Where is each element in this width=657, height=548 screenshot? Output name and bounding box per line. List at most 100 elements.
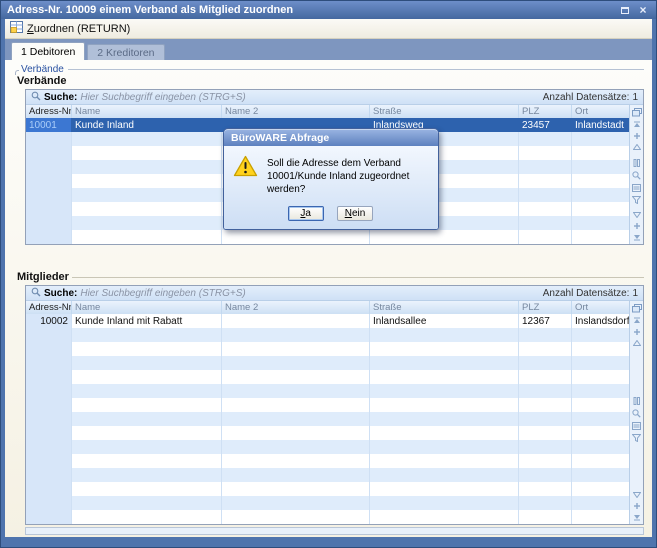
table-cell[interactable] xyxy=(72,440,222,454)
filter-icon[interactable] xyxy=(632,194,641,206)
table-cell[interactable] xyxy=(26,356,72,370)
table-cell[interactable] xyxy=(26,440,72,454)
table-cell[interactable] xyxy=(370,440,519,454)
table-cell[interactable] xyxy=(519,202,572,216)
table-cell[interactable]: Inslandsdorf xyxy=(572,314,629,328)
columns-icon[interactable] xyxy=(632,395,641,407)
table-row[interactable] xyxy=(26,496,629,510)
table-cell[interactable]: Kunde Inland xyxy=(72,118,222,132)
page-up-icon[interactable] xyxy=(633,142,641,152)
list-icon[interactable] xyxy=(632,420,641,432)
table-cell[interactable] xyxy=(26,496,72,510)
table-cell[interactable] xyxy=(519,510,572,524)
table-cell[interactable] xyxy=(26,398,72,412)
table-cell[interactable] xyxy=(519,146,572,160)
table-cell[interactable] xyxy=(222,342,370,356)
table-cell[interactable] xyxy=(572,132,629,146)
table-cell[interactable] xyxy=(26,412,72,426)
table-cell[interactable] xyxy=(370,496,519,510)
table-cell[interactable] xyxy=(26,370,72,384)
column-header[interactable]: Ort xyxy=(572,105,629,118)
table-row[interactable] xyxy=(26,454,629,468)
column-header[interactable]: Name xyxy=(72,301,222,314)
table-cell[interactable]: 10001 xyxy=(26,118,72,132)
scroll-top-icon[interactable] xyxy=(633,119,641,130)
horizontal-scrollbar[interactable] xyxy=(25,527,644,535)
table-cell[interactable] xyxy=(519,132,572,146)
mitglieder-search-bar[interactable]: Suche: Hier Suchbegriff eingeben (STRG+S… xyxy=(26,286,643,301)
table-cell[interactable] xyxy=(72,146,222,160)
table-cell[interactable] xyxy=(72,482,222,496)
table-cell[interactable] xyxy=(26,160,72,174)
table-row[interactable] xyxy=(26,482,629,496)
column-header[interactable]: PLZ xyxy=(519,301,572,314)
table-cell[interactable] xyxy=(519,328,572,342)
table-cell[interactable] xyxy=(519,440,572,454)
table-cell[interactable] xyxy=(572,230,629,244)
table-cell[interactable] xyxy=(519,398,572,412)
table-cell[interactable] xyxy=(572,426,629,440)
table-cell[interactable] xyxy=(370,412,519,426)
row-up-icon[interactable] xyxy=(633,326,641,338)
table-cell[interactable] xyxy=(519,482,572,496)
table-cell[interactable] xyxy=(26,468,72,482)
table-cell[interactable]: Inlandstadt xyxy=(572,118,629,132)
table-cell[interactable] xyxy=(572,482,629,496)
table-cell[interactable] xyxy=(222,510,370,524)
title-bar[interactable]: Adress-Nr. 10009 einem Verband als Mitgl… xyxy=(1,1,656,19)
table-cell[interactable] xyxy=(572,398,629,412)
table-cell[interactable] xyxy=(370,356,519,370)
table-cell[interactable] xyxy=(572,440,629,454)
table-cell[interactable] xyxy=(572,146,629,160)
table-cell[interactable] xyxy=(72,412,222,426)
table-cell[interactable] xyxy=(370,230,519,244)
dialog-title-bar[interactable]: BüroWARE Abfrage xyxy=(224,129,438,146)
table-cell[interactable] xyxy=(72,468,222,482)
table-cell[interactable] xyxy=(72,454,222,468)
table-cell[interactable] xyxy=(370,482,519,496)
table-cell[interactable] xyxy=(519,160,572,174)
table-cell[interactable] xyxy=(222,426,370,440)
table-cell[interactable] xyxy=(26,510,72,524)
search-input[interactable]: Hier Suchbegriff eingeben (STRG+S) xyxy=(80,92,245,103)
table-cell[interactable] xyxy=(370,384,519,398)
table-cell[interactable] xyxy=(572,412,629,426)
yes-button[interactable]: Ja xyxy=(288,206,324,221)
export-icon[interactable] xyxy=(632,106,642,119)
page-down-icon[interactable] xyxy=(633,490,641,500)
table-cell[interactable] xyxy=(72,328,222,342)
table-cell[interactable] xyxy=(572,216,629,230)
verbaende-search-bar[interactable]: Suche: Hier Suchbegriff eingeben (STRG+S… xyxy=(26,90,643,105)
table-cell[interactable] xyxy=(519,188,572,202)
table-cell[interactable] xyxy=(222,328,370,342)
table-row[interactable] xyxy=(26,440,629,454)
table-cell[interactable] xyxy=(519,426,572,440)
table-cell[interactable] xyxy=(519,230,572,244)
table-row[interactable] xyxy=(26,426,629,440)
table-cell[interactable] xyxy=(26,230,72,244)
table-cell[interactable] xyxy=(519,496,572,510)
table-row[interactable] xyxy=(26,356,629,370)
table-row[interactable] xyxy=(26,230,629,244)
table-cell[interactable] xyxy=(370,510,519,524)
table-cell[interactable] xyxy=(519,370,572,384)
table-cell[interactable] xyxy=(72,174,222,188)
table-row[interactable]: 10002Kunde Inland mit RabattInlandsallee… xyxy=(26,314,629,328)
table-cell[interactable] xyxy=(519,412,572,426)
scroll-top-icon[interactable] xyxy=(633,315,641,326)
table-cell[interactable] xyxy=(222,496,370,510)
table-cell[interactable]: Kunde Inland mit Rabatt xyxy=(72,314,222,328)
table-cell[interactable] xyxy=(370,342,519,356)
table-cell[interactable] xyxy=(572,370,629,384)
table-cell[interactable] xyxy=(72,370,222,384)
table-cell[interactable] xyxy=(370,468,519,482)
row-down-icon[interactable] xyxy=(633,220,641,232)
table-cell[interactable] xyxy=(26,454,72,468)
table-cell[interactable] xyxy=(26,426,72,440)
column-header[interactable]: Name 2 xyxy=(222,105,370,118)
table-cell[interactable] xyxy=(572,356,629,370)
table-row[interactable] xyxy=(26,370,629,384)
column-header[interactable]: Name 2 xyxy=(222,301,370,314)
table-cell[interactable] xyxy=(72,384,222,398)
table-cell[interactable] xyxy=(519,216,572,230)
